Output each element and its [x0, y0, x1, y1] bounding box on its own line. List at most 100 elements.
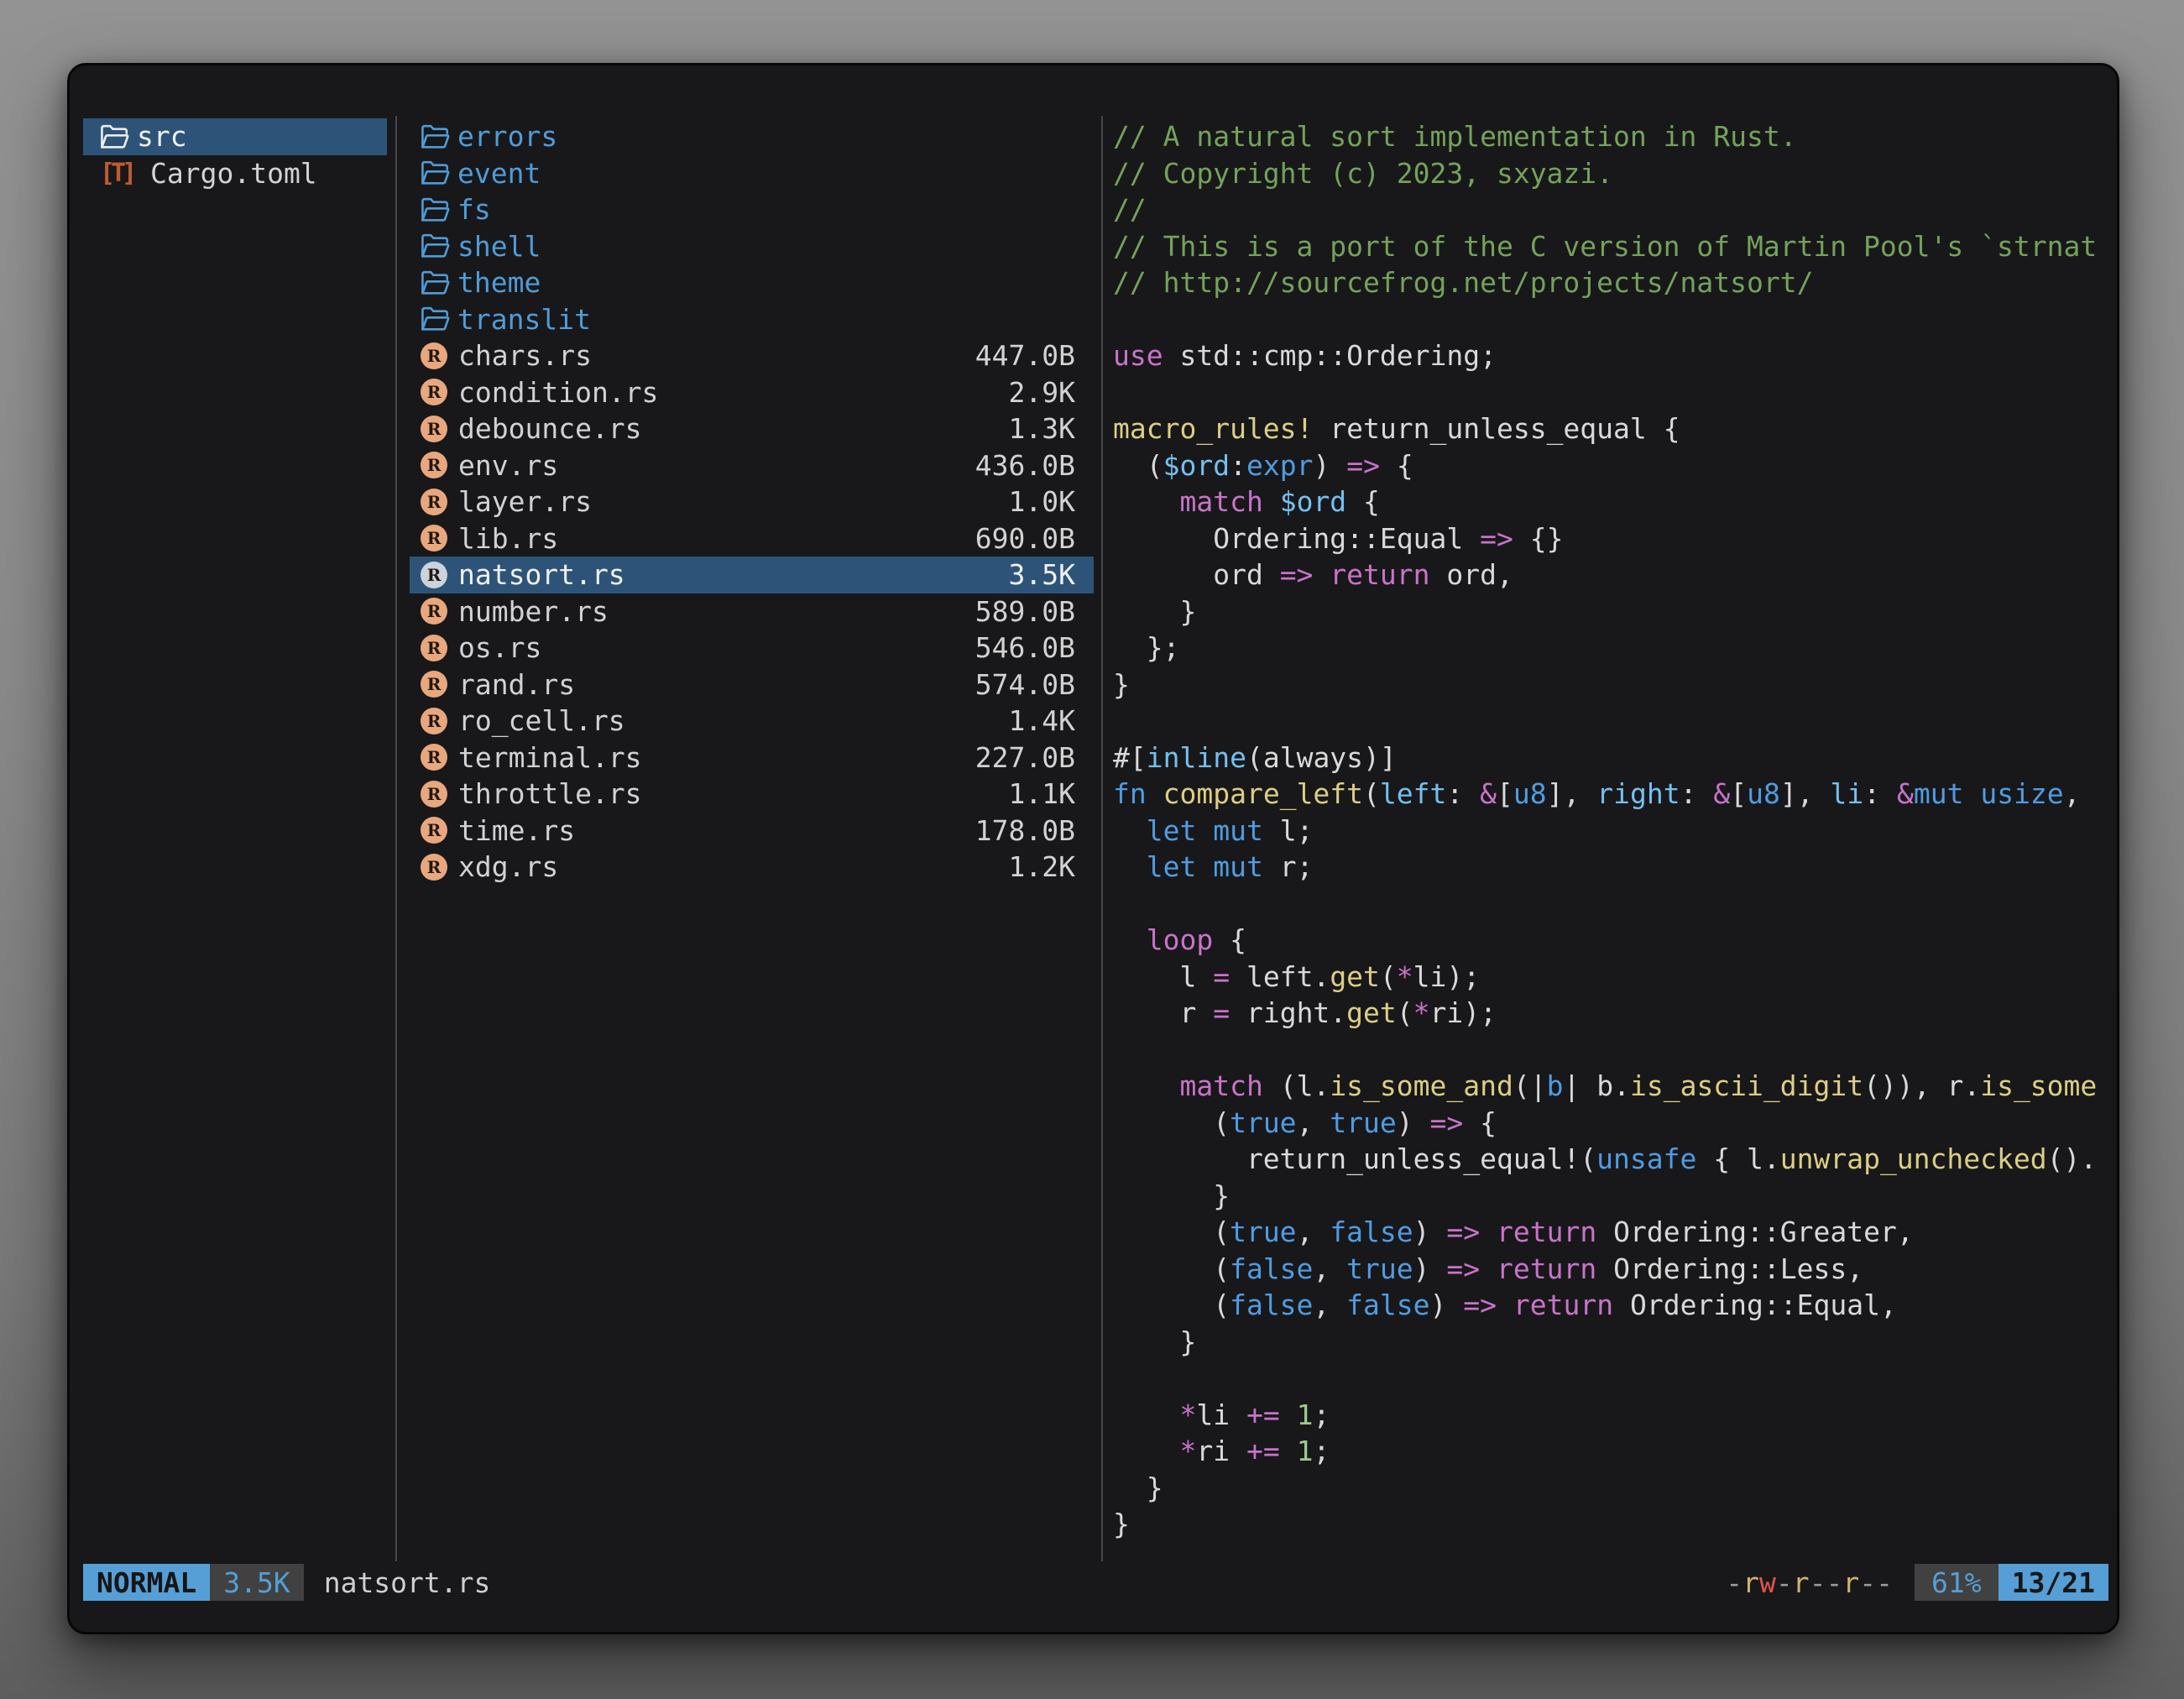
file-name: ro_cell.rs	[458, 704, 625, 737]
file-size: 690.0B	[975, 522, 1075, 555]
folder-row-event[interactable]: event	[410, 155, 1094, 192]
file-row-os-rs[interactable]: Ros.rs546.0B	[410, 630, 1094, 667]
code-line: #[inline(always)]	[1113, 740, 2113, 776]
code-line: match $ord {	[1113, 484, 2113, 520]
current-pane[interactable]: errorseventfsshellthemetranslitRchars.rs…	[410, 118, 1094, 886]
file-size: 546.0B	[975, 631, 1075, 664]
code-line	[1113, 374, 2113, 411]
code-line: // Copyright (c) 2023, sxyazi.	[1113, 155, 2113, 192]
file-size: 447.0B	[975, 339, 1075, 372]
file-row-debounce-rs[interactable]: Rdebounce.rs 1.3K	[410, 410, 1094, 447]
pane-divider-left	[395, 116, 397, 1561]
code-line: }	[1113, 1506, 2113, 1543]
code-line: // A natural sort implementation in Rust…	[1113, 118, 2113, 155]
code-line: }	[1113, 593, 2113, 630]
code-line: match (l.is_some_and(|b| b.is_ascii_digi…	[1113, 1068, 2113, 1105]
folder-row-shell[interactable]: shell	[410, 228, 1094, 265]
file-size: 1.1K	[1009, 777, 1075, 810]
file-size: 1.2K	[1009, 850, 1075, 883]
file-name: debounce.rs	[458, 412, 642, 445]
permissions-text: -rw-r--r--	[1726, 1566, 1893, 1599]
open-folder-icon	[421, 124, 451, 149]
desktop: src[T]Cargo.toml errorseventfsshelltheme…	[0, 0, 2184, 1699]
code-line: let mut l;	[1113, 813, 2113, 850]
file-row-terminal-rs[interactable]: Rterminal.rs 227.0B	[410, 740, 1094, 776]
file-row-lib-rs[interactable]: Rlib.rs690.0B	[410, 520, 1094, 557]
rust-file-icon: R	[421, 781, 447, 808]
file-row-layer-rs[interactable]: Rlayer.rs1.0K	[410, 484, 1094, 520]
file-name: number.rs	[458, 595, 609, 628]
file-size: 436.0B	[975, 449, 1075, 482]
file-name: throttle.rs	[458, 777, 642, 810]
entry-name: src	[137, 120, 187, 153]
code-line: return_unless_equal!(unsafe { l.unwrap_u…	[1113, 1141, 2113, 1178]
code-line: (true, false) => return Ordering::Greate…	[1113, 1214, 2113, 1251]
rust-file-icon: R	[421, 854, 447, 881]
folder-row-translit[interactable]: translit	[410, 301, 1094, 338]
rust-file-icon: R	[421, 744, 447, 771]
rust-file-icon: R	[421, 489, 447, 515]
code-line: // This is a port of the C version of Ma…	[1113, 228, 2113, 265]
file-row-throttle-rs[interactable]: Rthrottle.rs 1.1K	[410, 776, 1094, 813]
open-folder-icon	[100, 124, 130, 149]
file-size: 3.5K	[1009, 558, 1075, 591]
file-size: 227.0B	[975, 741, 1075, 774]
code-line: }	[1113, 1178, 2113, 1215]
folder-row-theme[interactable]: theme	[410, 264, 1094, 301]
status-file-name: natsort.rs	[324, 1566, 491, 1599]
mode-badge: NORMAL	[83, 1564, 210, 1601]
rust-file-icon: R	[421, 635, 447, 661]
folder-row-errors[interactable]: errors	[410, 118, 1094, 155]
file-name: terminal.rs	[458, 741, 642, 774]
code-line: *li += 1;	[1113, 1397, 2113, 1434]
parent-item-cargo-toml[interactable]: [T]Cargo.toml	[83, 155, 387, 192]
code-line: macro_rules! return_unless_equal {	[1113, 410, 2113, 447]
rust-file-icon: R	[421, 598, 447, 625]
code-line: l = left.get(*li);	[1113, 959, 2113, 996]
code-line: }	[1113, 667, 2113, 703]
code-line: (false, false) => return Ordering::Equal…	[1113, 1287, 2113, 1324]
toml-icon: [T]	[100, 159, 138, 188]
cursor-position-badge: 13/21	[1999, 1564, 2108, 1601]
file-row-natsort-rs[interactable]: Rnatsort.rs3.5K	[410, 557, 1094, 593]
code-line: (true, true) => {	[1113, 1105, 2113, 1142]
file-row-env-rs[interactable]: Renv.rs436.0B	[410, 447, 1094, 484]
rust-file-icon: R	[421, 525, 447, 552]
code-line: }	[1113, 1470, 2113, 1507]
preview-pane[interactable]: // A natural sort implementation in Rust…	[1113, 118, 2113, 1564]
file-row-chars-rs[interactable]: Rchars.rs447.0B	[410, 337, 1094, 374]
file-size: 1.4K	[1009, 704, 1075, 737]
folder-row-fs[interactable]: fs	[410, 191, 1094, 228]
file-row-condition-rs[interactable]: Rcondition.rs2.9K	[410, 374, 1094, 411]
code-line: fn compare_left(left: &[u8], right: &[u8…	[1113, 776, 2113, 813]
rust-file-icon: R	[421, 379, 447, 405]
file-row-time-rs[interactable]: Rtime.rs178.0B	[410, 813, 1094, 850]
file-row-xdg-rs[interactable]: Rxdg.rs 1.2K	[410, 849, 1094, 886]
code-line	[1113, 886, 2113, 923]
file-name: rand.rs	[458, 668, 575, 701]
file-size: 1.3K	[1009, 412, 1075, 445]
parent-item-src[interactable]: src	[83, 118, 387, 155]
code-line: use std::cmp::Ordering;	[1113, 337, 2113, 374]
open-folder-icon	[421, 197, 451, 222]
file-row-rand-rs[interactable]: Rrand.rs 574.0B	[410, 667, 1094, 703]
file-size: 2.9K	[1009, 376, 1075, 409]
file-name: xdg.rs	[458, 850, 558, 883]
code-line: //	[1113, 191, 2113, 228]
file-row-ro-cell-rs[interactable]: Rro_cell.rs1.4K	[410, 703, 1094, 740]
code-line: (false, true) => return Ordering::Less,	[1113, 1251, 2113, 1288]
rust-file-icon: R	[421, 671, 447, 698]
file-name: time.rs	[458, 814, 575, 847]
file-row-number-rs[interactable]: Rnumber.rs589.0B	[410, 593, 1094, 630]
file-size: 574.0B	[975, 668, 1075, 701]
status-bar-left: NORMAL 3.5K natsort.rs	[83, 1564, 490, 1601]
parent-pane[interactable]: src[T]Cargo.toml	[83, 118, 387, 191]
code-line: let mut r;	[1113, 849, 2113, 886]
code-line: r = right.get(*ri);	[1113, 995, 2113, 1032]
scroll-percent-badge: 61%	[1915, 1564, 1999, 1601]
rust-file-icon: R	[421, 562, 447, 588]
folder-name: theme	[457, 266, 541, 299]
code-line: Ordering::Equal => {}	[1113, 520, 2113, 557]
rust-file-icon: R	[421, 416, 447, 442]
code-line: }	[1113, 1324, 2113, 1361]
